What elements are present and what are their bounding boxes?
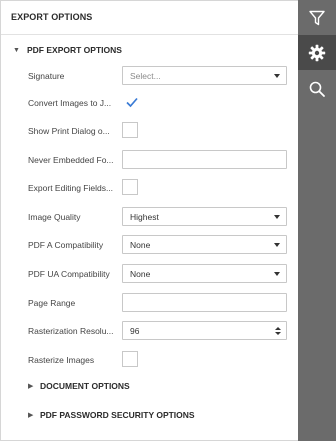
panel-title: EXPORT OPTIONS	[11, 12, 93, 22]
field-label: Show Print Dialog o...	[28, 126, 110, 136]
group-header-password-security[interactable]: ▶ PDF PASSWORD SECURITY OPTIONS	[28, 410, 195, 420]
title-divider	[1, 34, 298, 35]
field-label: Signature	[28, 71, 65, 81]
spinner-value: 96	[130, 325, 140, 336]
collapsed-arrow-icon: ▶	[28, 412, 34, 419]
row-rasterize-images: Rasterize Images	[28, 350, 288, 370]
side-toolbar	[298, 0, 336, 441]
pdfua-compatibility-combo[interactable]: None	[122, 264, 287, 283]
collapsed-arrow-icon: ▶	[28, 383, 34, 390]
row-show-print-dialog: Show Print Dialog o...	[28, 121, 288, 141]
row-never-embedded: Never Embedded Fo...	[28, 150, 288, 170]
field-label: Rasterize Images	[28, 355, 95, 365]
chevron-down-icon	[274, 214, 280, 219]
field-label: Page Range	[28, 298, 76, 308]
pdfa-compatibility-combo[interactable]: None	[122, 235, 287, 254]
checkmark-icon	[126, 97, 138, 108]
combo-value: None	[130, 239, 151, 250]
group-title: DOCUMENT OPTIONS	[40, 381, 130, 391]
field-label: PDF A Compatibility	[28, 240, 104, 250]
row-pdfua-compatibility: PDF UA Compatibility None	[28, 264, 288, 284]
image-quality-combo[interactable]: Highest	[122, 207, 287, 226]
spin-buttons[interactable]	[275, 326, 281, 335]
export-options-button[interactable]	[298, 35, 336, 70]
combo-value: Highest	[130, 211, 159, 222]
page-range-input[interactable]	[122, 293, 287, 312]
spin-down-icon[interactable]	[275, 331, 281, 335]
export-editing-fields-checkbox[interactable]	[122, 179, 138, 195]
signature-combo[interactable]: Select...	[122, 66, 287, 85]
search-button[interactable]	[298, 71, 336, 106]
field-label: Image Quality	[28, 212, 81, 222]
filter-button[interactable]	[298, 0, 336, 35]
row-rasterization-resolution: Rasterization Resolu... 96	[28, 321, 288, 341]
expanded-arrow-icon: ▼	[13, 46, 20, 54]
row-convert-images: Convert Images to J...	[28, 93, 288, 113]
rasterization-resolution-spinner[interactable]: 96	[122, 321, 287, 340]
never-embedded-fonts-input[interactable]	[122, 150, 287, 169]
spin-up-icon[interactable]	[275, 326, 281, 330]
rasterize-images-checkbox[interactable]	[122, 351, 138, 367]
field-label: Rasterization Resolu...	[28, 326, 114, 336]
convert-images-checkbox[interactable]	[122, 95, 138, 111]
group-header-document-options[interactable]: ▶ DOCUMENT OPTIONS	[28, 381, 130, 391]
show-print-dialog-checkbox[interactable]	[122, 122, 138, 138]
group-title: PDF PASSWORD SECURITY OPTIONS	[40, 410, 195, 420]
gear-icon	[308, 44, 326, 61]
row-page-range: Page Range	[28, 293, 288, 313]
field-label: Never Embedded Fo...	[28, 155, 114, 165]
field-label: Export Editing Fields...	[28, 183, 114, 193]
row-pdfa-compatibility: PDF A Compatibility None	[28, 235, 288, 255]
filter-icon	[309, 10, 325, 25]
row-signature: Signature Select...	[28, 66, 288, 86]
combo-value: None	[130, 268, 151, 279]
field-label: PDF UA Compatibility	[28, 269, 110, 279]
search-icon	[309, 81, 325, 97]
row-export-editing: Export Editing Fields...	[28, 178, 288, 198]
combo-placeholder: Select...	[130, 70, 161, 81]
export-options-panel: EXPORT OPTIONS ▼ PDF EXPORT OPTIONS Sign…	[0, 0, 298, 441]
chevron-down-icon	[274, 242, 280, 247]
group-title: PDF EXPORT OPTIONS	[27, 45, 122, 55]
row-image-quality: Image Quality Highest	[28, 207, 288, 227]
chevron-down-icon	[274, 73, 280, 78]
chevron-down-icon	[274, 271, 280, 276]
group-header-pdf-export[interactable]: ▼ PDF EXPORT OPTIONS	[13, 45, 122, 55]
field-label: Convert Images to J...	[28, 98, 112, 108]
